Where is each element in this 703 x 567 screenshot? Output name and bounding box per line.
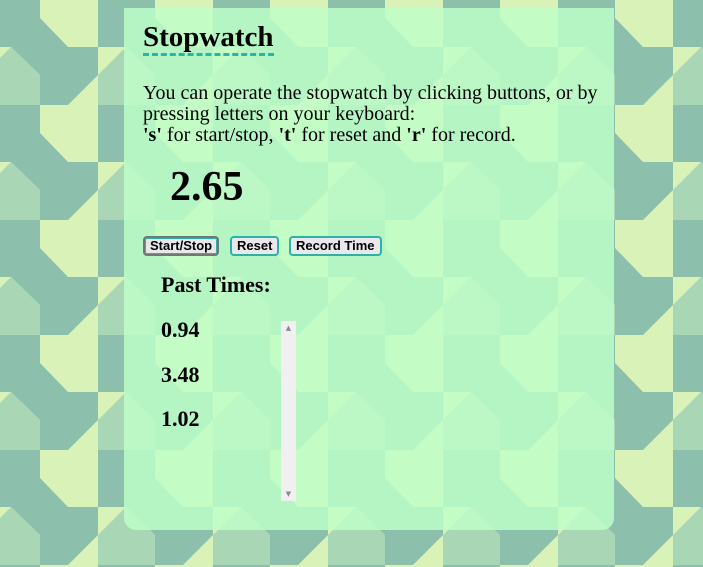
past-times-list: 0.94 3.48 1.02 — [161, 308, 200, 442]
record-time-button[interactable]: Record Time — [289, 236, 382, 256]
list-item: 3.48 — [161, 361, 200, 387]
key-s-label: 's' — [143, 124, 162, 146]
scroll-down-icon[interactable]: ▼ — [281, 487, 296, 501]
key-r-label: 'r' — [406, 124, 427, 146]
scroll-up-icon[interactable]: ▲ — [281, 321, 296, 335]
key-t-description: for reset and — [296, 124, 407, 146]
key-t-label: 't' — [278, 124, 297, 146]
start-stop-button[interactable]: Start/Stop — [143, 236, 220, 256]
reset-button[interactable]: Reset — [230, 236, 280, 256]
past-times-heading: Past Times: — [161, 272, 271, 297]
list-item: 1.02 — [161, 406, 200, 431]
key-r-description: for record. — [426, 124, 516, 146]
time-display: 2.65 — [170, 164, 244, 210]
stopwatch-panel: Stopwatch You can operate the stopwatch … — [124, 8, 614, 530]
past-times-scrollbar[interactable]: ▲ ▼ — [281, 321, 296, 501]
key-s-description: for start/stop, — [161, 124, 279, 146]
list-item: 0.94 — [161, 317, 200, 342]
page-title: Stopwatch — [143, 21, 274, 56]
instructions-line: You can operate the stopwatch by clickin… — [143, 82, 598, 125]
instructions-text: You can operate the stopwatch by clickin… — [143, 83, 603, 146]
